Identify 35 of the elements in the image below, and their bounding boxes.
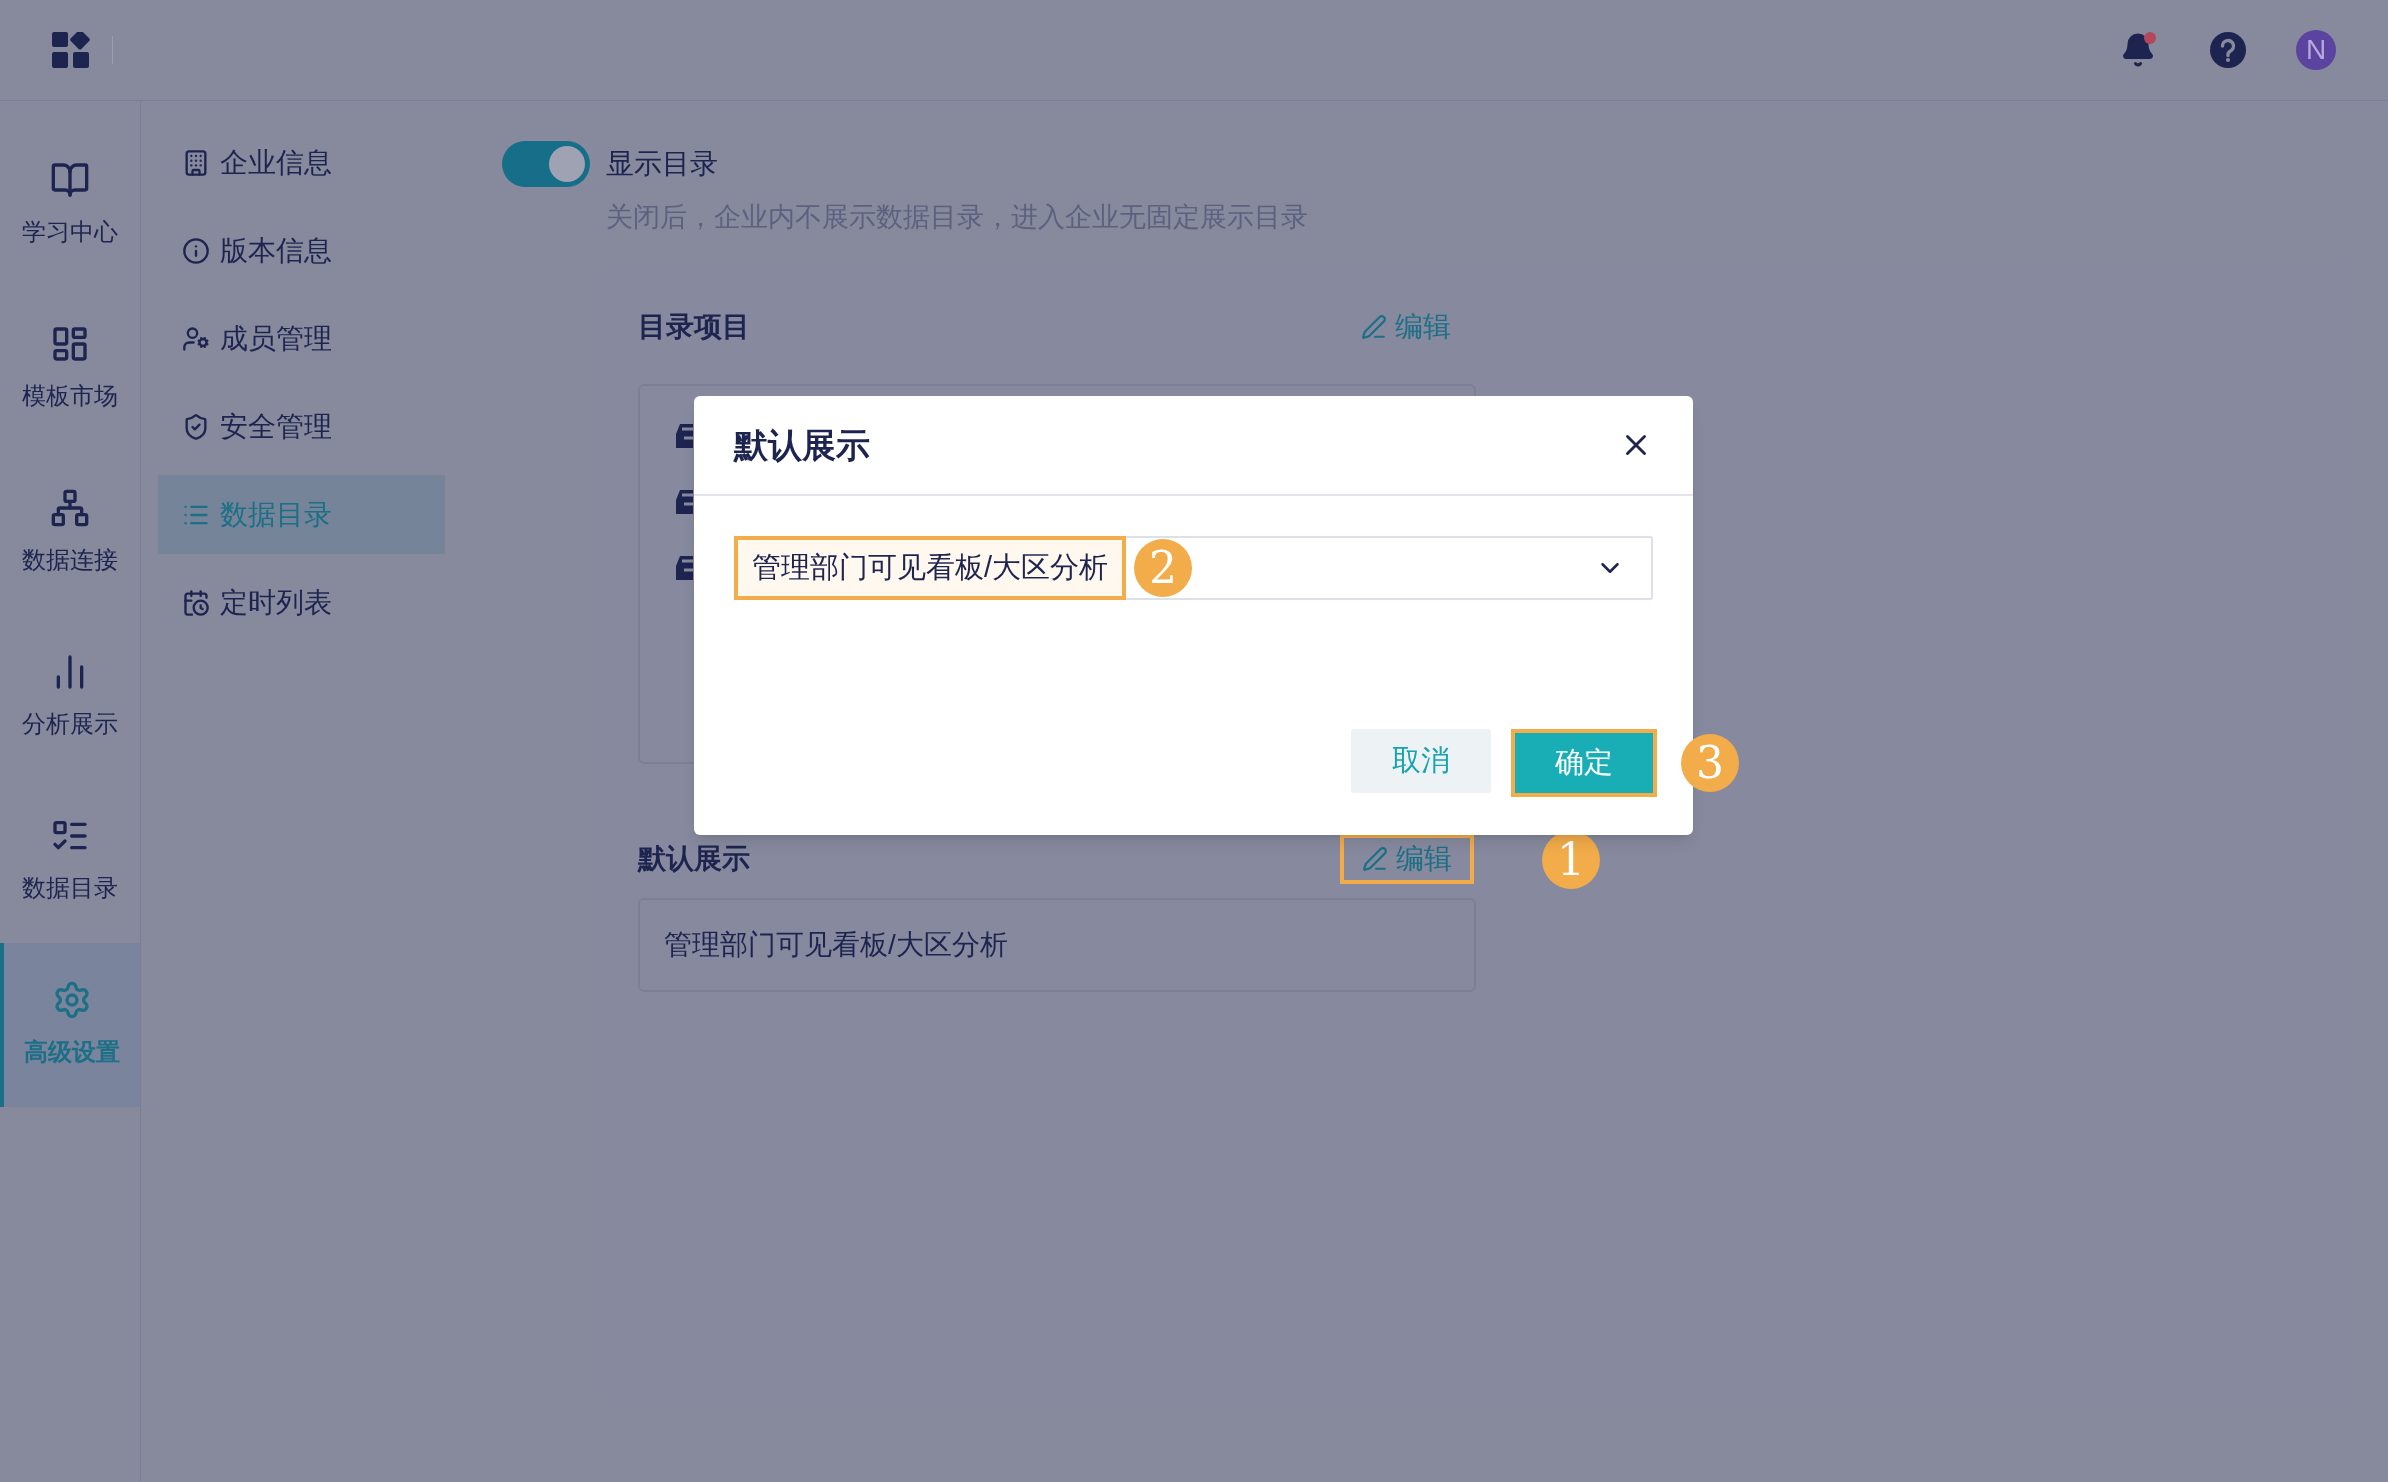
rail-nav-item[interactable]: 模板市场 <box>0 287 140 451</box>
dialog-title: 默认展示 <box>734 424 870 466</box>
section-title: 默认展示 <box>638 841 750 876</box>
info-icon <box>182 236 210 265</box>
pen-icon <box>1362 845 1388 872</box>
settings-menu-item[interactable]: 成员管理 <box>158 299 445 378</box>
settings-menu-item[interactable]: 企业信息 <box>158 123 445 202</box>
settings-icon <box>52 980 92 1020</box>
pen-icon <box>1361 313 1387 340</box>
app-grid-icon[interactable] <box>52 32 92 68</box>
confirm-button[interactable]: 确定 <box>1511 729 1657 797</box>
user-gear-icon <box>182 324 210 353</box>
section-title: 目录项目 <box>638 309 750 344</box>
rail-nav-item[interactable]: 数据连接 <box>0 451 140 615</box>
network-icon <box>50 488 90 528</box>
settings-menu-item[interactable]: 版本信息 <box>158 211 445 290</box>
tray-icon <box>676 489 693 514</box>
dashboard-icon <box>50 324 90 364</box>
help-icon[interactable] <box>2210 32 2246 68</box>
settings-menu-item[interactable]: 安全管理 <box>158 387 445 466</box>
step-number-badge: 2 <box>1134 539 1192 597</box>
user-avatar[interactable]: N <box>2296 30 2336 70</box>
default-display-value: 管理部门可见看板/大区分析 <box>638 897 1476 992</box>
toggle-switch[interactable] <box>502 141 590 187</box>
calendar-clock-icon <box>182 588 210 617</box>
settings-menu-item[interactable]: 定时列表 <box>158 563 445 642</box>
select-value[interactable]: 管理部门可见看板/大区分析 <box>734 536 1126 600</box>
rail-nav-item[interactable]: 数据目录 <box>0 779 140 943</box>
tray-icon <box>676 423 693 448</box>
rail-nav-item[interactable]: 学习中心 <box>0 123 140 287</box>
notification-bell-icon[interactable] <box>2120 32 2156 68</box>
cancel-button[interactable]: 取消 <box>1351 729 1491 793</box>
toggle-label: 显示目录 <box>606 147 718 181</box>
tray-icon <box>676 555 693 580</box>
rail-nav-item[interactable]: 分析展示 <box>0 615 140 779</box>
